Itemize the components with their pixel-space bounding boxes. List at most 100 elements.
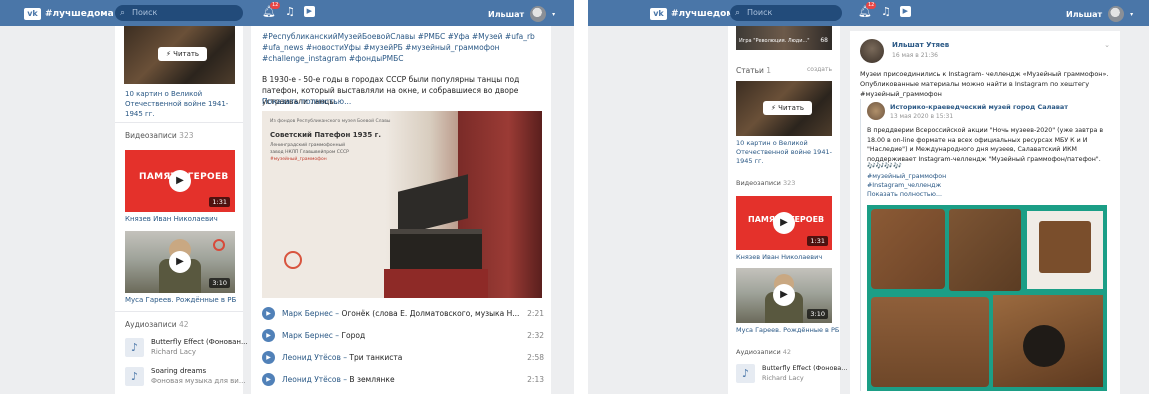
notif-badge: 12 <box>866 2 877 9</box>
search-placeholder: Поиск <box>747 8 773 17</box>
play-icon[interactable]: ▶ <box>262 350 275 364</box>
video-title[interactable]: Князев Иван Николаевич <box>736 253 822 261</box>
audio-track[interactable]: ▶ Марк Бернес – Огонёк (слова Е. Долматов… <box>262 304 544 322</box>
photo-gramophone <box>390 229 482 269</box>
author-avatar[interactable] <box>860 39 884 63</box>
author-name[interactable]: Ильшат Утяев <box>892 41 949 49</box>
user-name: Ильшат <box>488 9 525 19</box>
audio-artist: Richard Lacy <box>151 348 196 356</box>
show-more-link[interactable]: Показать полностью... <box>867 190 942 199</box>
repost-avatar[interactable] <box>867 102 885 120</box>
vk-logo-icon: vk <box>650 7 667 20</box>
read-button[interactable]: ⚡ Читать <box>158 47 208 61</box>
top-thumb[interactable]: Игра "Революция. Люди..." 68 <box>736 26 832 50</box>
photo-gramophone-box <box>1039 221 1091 273</box>
audio-track[interactable]: ▶ Леонид Утёсов – В землянке 2:13 <box>262 370 544 388</box>
play-icon[interactable]: ▶ <box>773 212 795 234</box>
brand-title: #лучшедома <box>45 8 114 19</box>
photo-tag: #музейный_граммофон <box>270 157 327 162</box>
vk-logo[interactable]: vk #лучшедома <box>650 7 740 20</box>
right-screenshot: vk #лучшедома ⌕ Поиск 🔔︎ 12 ♫ ▶ Ильшат ▾ … <box>588 0 1149 394</box>
play-icon[interactable]: ▶ <box>169 170 191 192</box>
video-thumb-2[interactable]: ▶ 3:10 <box>125 231 235 293</box>
chevron-down-icon: ▾ <box>552 10 556 18</box>
article-thumb[interactable]: ⚡ Читать <box>736 81 832 136</box>
play-icon[interactable]: ▶ <box>899 6 911 17</box>
play-icon[interactable]: ▶ <box>262 306 275 320</box>
article-thumb[interactable]: ⚡ Читать <box>124 26 235 84</box>
audio-title: Soaring dreams <box>151 367 207 375</box>
video-thumb-2[interactable]: ▶ 3:10 <box>736 268 832 323</box>
vk-logo[interactable]: vk #лучшедома <box>24 7 114 20</box>
video-thumb-1[interactable]: ПАМЯТЬ ГЕРОЕВ ▶ 1:31 <box>125 150 235 212</box>
show-more-link[interactable]: Показать полностью... <box>262 96 351 107</box>
play-icon[interactable]: ▶ <box>262 328 275 342</box>
repost-date[interactable]: 13 мая 2020 в 15:31 <box>890 113 953 120</box>
user-name: Ильшат <box>1066 9 1103 19</box>
bell-icon[interactable]: 🔔︎ 12 <box>262 2 281 18</box>
audio-artist: Фоновая музыка для ви... <box>151 377 246 385</box>
music-icon[interactable]: ♫ <box>881 5 891 18</box>
audios-header[interactable]: Аудиозаписи 42 <box>736 348 791 356</box>
videos-header[interactable]: Видеозаписи 323 <box>125 131 194 140</box>
avatar <box>1108 6 1125 22</box>
photo-suitcase-1 <box>871 209 945 289</box>
post-date[interactable]: 16 мая в 21:36 <box>892 52 938 59</box>
repost-hashtag-1[interactable]: #музейный_граммофон <box>867 172 946 181</box>
photo-table <box>384 269 488 298</box>
play-icon[interactable]: ▶ <box>169 251 191 273</box>
music-note-icon[interactable]: ♪ <box>736 363 755 383</box>
top-bar: vk #лучшедома ⌕ Поиск 🔔︎ 12 ♫ ▶ Ильшат ▾ <box>588 0 1149 26</box>
post-menu-chevron-icon[interactable]: ⌄ <box>1104 41 1110 49</box>
music-icon[interactable]: ♫ <box>285 5 295 18</box>
top-icons: 🔔︎ 12 ♫ ▶ <box>858 2 911 18</box>
search-input[interactable]: ⌕ Поиск <box>730 5 842 21</box>
audio-item[interactable]: ♪ Butterfly Effect (Фонова... Richard Lac… <box>736 363 847 383</box>
audio-item[interactable]: ♪ Butterfly Effect (Фонован... Richard La… <box>125 337 248 357</box>
repost-hashtag-2[interactable]: #Instagram_челлендж <box>867 181 941 190</box>
left-screenshot: vk #лучшедома ⌕ Поиск 🔔︎ 12 ♫ ▶ Ильшат ▾ … <box>0 0 574 394</box>
notif-badge: 12 <box>270 2 281 9</box>
video-duration: 1:31 <box>807 236 828 246</box>
video-title[interactable]: Муса Гареев. Рождённые в РБ <box>736 326 839 334</box>
audios-header[interactable]: Аудиозаписи 42 <box>125 320 189 329</box>
articles-header[interactable]: Статьи 1 <box>736 66 771 75</box>
search-input[interactable]: ⌕ Поиск <box>115 5 243 21</box>
video-title[interactable]: Князев Иван Николаевич <box>125 215 218 223</box>
photo-caption: Из фондов Республиканского музея Боевой … <box>270 119 391 124</box>
divider <box>115 122 243 123</box>
video-thumb-1[interactable]: ПАМЯТЬ ГЕРОЕВ ▶ 1:31 <box>736 196 832 250</box>
post-card: Ильшат Утяев 16 мая в 21:36 ⌄ Музеи прис… <box>850 31 1120 394</box>
videos-header[interactable]: Видеозаписи 323 <box>736 179 795 187</box>
create-article-link[interactable]: создать <box>807 66 832 73</box>
audio-track[interactable]: ▶ Леонид Утёсов – Три танкиста 2:58 <box>262 348 544 366</box>
sidebar-column: Игра "Революция. Люди..." 68 Статьи 1 со… <box>728 26 847 394</box>
repost-author[interactable]: Историко-краеведческий музей город Салав… <box>890 103 1068 111</box>
audio-item[interactable]: ♪ Soaring dreams Фоновая музыка для ви... <box>125 366 246 386</box>
audio-title: Butterfly Effect (Фонова... <box>762 364 848 372</box>
article-title[interactable]: 10 картин о Великой Отечественной войне … <box>125 89 230 119</box>
audio-track[interactable]: ▶ Марк Бернес – Город 2:32 <box>262 326 544 344</box>
user-menu[interactable]: Ильшат ▾ <box>1066 6 1133 22</box>
music-note-icon[interactable]: ♪ <box>125 366 144 386</box>
article-title[interactable]: 10 картин о Великой Отечественной войне … <box>736 139 834 166</box>
music-note-icon[interactable]: ♪ <box>125 337 144 357</box>
post-photo[interactable] <box>867 205 1107 391</box>
emblem-icon <box>213 239 225 251</box>
read-button[interactable]: ⚡ Читать <box>763 101 813 115</box>
avatar <box>530 6 547 22</box>
play-icon[interactable]: ▶ <box>303 6 315 17</box>
top-icons: 🔔︎ 12 ♫ ▶ <box>262 2 315 18</box>
post-hashtags[interactable]: #РеспубликанскийМузейБоевойСлавы #РМБС #… <box>262 31 542 64</box>
divider <box>115 311 243 312</box>
play-icon[interactable]: ▶ <box>262 372 275 386</box>
bell-icon[interactable]: 🔔︎ 12 <box>858 2 877 18</box>
user-menu[interactable]: Ильшат ▾ <box>488 6 555 22</box>
photo-gramophone-2 <box>993 295 1103 387</box>
search-placeholder: Поиск <box>132 8 158 17</box>
vk-logo-icon: vk <box>24 7 41 20</box>
play-icon[interactable]: ▶ <box>773 284 795 306</box>
track-duration: 2:32 <box>527 330 544 340</box>
video-title[interactable]: Муса Гареев. Рождённые в РБ <box>125 296 236 304</box>
post-photo[interactable]: Из фондов Республиканского музея Боевой … <box>262 111 542 298</box>
